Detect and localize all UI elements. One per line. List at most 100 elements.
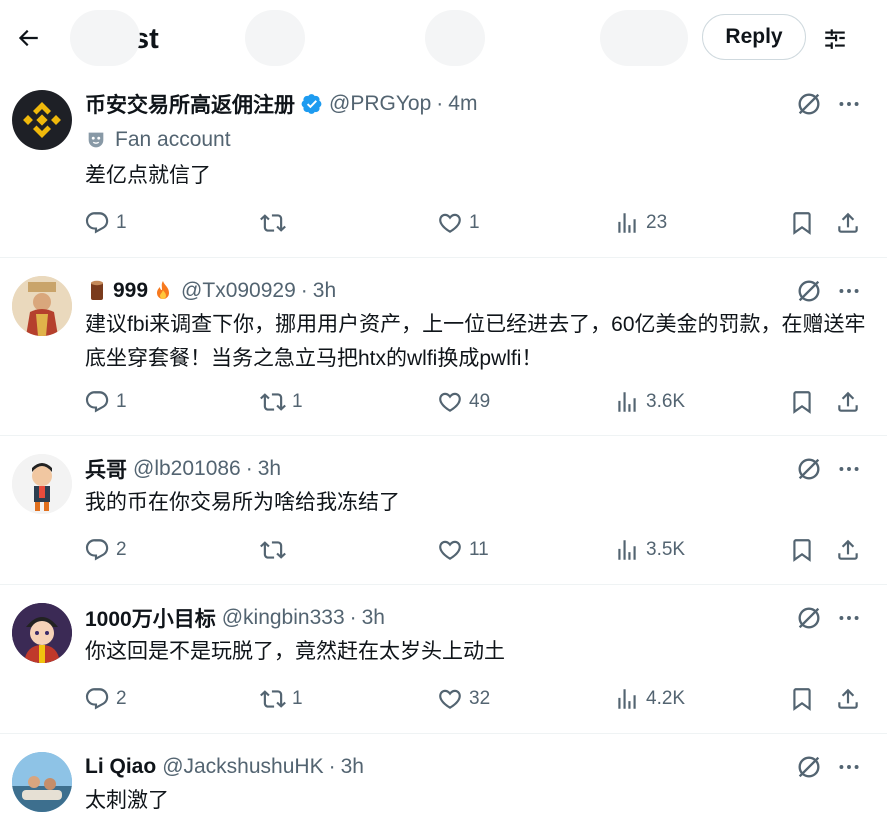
repost-action[interactable]: [260, 206, 286, 240]
more-button[interactable]: [834, 276, 864, 306]
avatar-image: [12, 603, 72, 663]
display-name[interactable]: 999: [113, 279, 148, 303]
more-dots-icon: [839, 289, 859, 293]
share-action[interactable]: [835, 682, 861, 716]
binance-logo-icon: [23, 102, 61, 138]
grok-icon: [798, 607, 820, 629]
views-action[interactable]: 3.6K: [614, 385, 685, 419]
like-action[interactable]: 11: [437, 533, 489, 567]
views-action[interactable]: 4.2K: [614, 682, 685, 716]
post-header: Li Qiao @JackshushuHK · 3h: [85, 755, 364, 779]
post-time[interactable]: 4m: [448, 92, 477, 116]
action-bar: 2 1 32 4.2K: [80, 682, 880, 716]
display-name[interactable]: 兵哥: [85, 454, 127, 484]
reply-action[interactable]: 1: [84, 385, 127, 419]
repost-action[interactable]: 1: [260, 682, 303, 716]
heart-icon: [439, 213, 461, 233]
post-time[interactable]: 3h: [362, 606, 385, 630]
bookmark-icon: [793, 688, 811, 711]
display-name[interactable]: 1000万小目标: [85, 603, 216, 633]
avatar[interactable]: [12, 90, 72, 150]
user-handle[interactable]: @PRGYop: [329, 92, 431, 116]
reply-action[interactable]: 1: [84, 206, 127, 240]
bookmark-icon: [793, 391, 811, 414]
grok-icon: [798, 93, 820, 115]
reply-post[interactable]: 兵哥 @lb201086 · 3h 我的币在你交易所为啥给我冻结了 2 11 3…: [0, 436, 887, 585]
repost-icon: [260, 393, 286, 411]
grok-icon: [798, 280, 820, 302]
grok-button[interactable]: [794, 454, 824, 484]
post-text: 差亿点就信了: [85, 164, 211, 187]
heart-icon: [439, 392, 461, 412]
grok-button[interactable]: [794, 603, 824, 633]
blurred-header-shape: [245, 10, 305, 66]
grok-button[interactable]: [794, 752, 824, 782]
reply-post[interactable]: 999 @Tx090929 · 3h 建议fbi来调查下你，挪用用户资产，上一位…: [0, 258, 887, 436]
views-action[interactable]: 23: [614, 206, 667, 240]
display-name[interactable]: Li Qiao: [85, 755, 156, 779]
fire-icon: [151, 279, 175, 303]
avatar[interactable]: [12, 276, 72, 336]
top-bar: Post Reply: [0, 0, 887, 78]
blurred-header-shape: [600, 10, 688, 66]
grok-icon: [798, 756, 820, 778]
more-dots-icon: [839, 765, 859, 769]
post-header: 1000万小目标 @kingbin333 · 3h: [85, 603, 385, 633]
reply-button[interactable]: Reply: [702, 14, 806, 60]
like-action[interactable]: 32: [437, 682, 490, 716]
reply-icon: [85, 391, 109, 413]
reply-post[interactable]: 币安交易所高返佣注册 @PRGYop · 4m Fan account 差亿点就…: [0, 78, 887, 258]
action-bar: 1 1 49 3.6K: [80, 385, 880, 419]
post-header: 兵哥 @lb201086 · 3h: [85, 454, 281, 484]
like-action[interactable]: 1: [437, 206, 480, 240]
user-handle[interactable]: @Tx090929: [181, 279, 296, 303]
heart-icon: [439, 689, 461, 709]
views-action[interactable]: 3.5K: [614, 533, 685, 567]
grok-button[interactable]: [794, 276, 824, 306]
post-time[interactable]: 3h: [313, 279, 336, 303]
views-icon: [618, 392, 636, 412]
post-header: 999 @Tx090929 · 3h: [85, 276, 336, 306]
action-bar: 1 1 23: [80, 206, 880, 240]
display-name[interactable]: 币安交易所高返佣注册: [85, 89, 295, 119]
grok-button[interactable]: [794, 89, 824, 119]
repost-icon: [260, 541, 286, 559]
reply-action[interactable]: 2: [84, 682, 127, 716]
post-time[interactable]: 3h: [258, 457, 281, 481]
action-bar: 2 11 3.5K: [80, 533, 880, 567]
share-action[interactable]: [835, 533, 861, 567]
repost-action[interactable]: 1: [260, 385, 303, 419]
bookmark-action[interactable]: [789, 385, 815, 419]
reply-action[interactable]: 2: [84, 533, 127, 567]
user-handle[interactable]: @kingbin333: [222, 606, 345, 630]
user-handle[interactable]: @lb201086: [133, 457, 241, 481]
more-button[interactable]: [834, 89, 864, 119]
wood-log-icon: [85, 279, 109, 303]
arrow-left-icon: [18, 29, 38, 47]
avatar-image: [12, 454, 72, 514]
reply-post[interactable]: 1000万小目标 @kingbin333 · 3h 你这回是不是玩脱了，竟然赶在…: [0, 585, 887, 734]
like-action[interactable]: 49: [437, 385, 490, 419]
avatar[interactable]: [12, 752, 72, 812]
reply-post[interactable]: Li Qiao @JackshushuHK · 3h 太刺激了: [0, 734, 887, 813]
bookmark-action[interactable]: [789, 682, 815, 716]
avatar[interactable]: [12, 454, 72, 514]
more-button[interactable]: [834, 752, 864, 782]
more-button[interactable]: [834, 603, 864, 633]
tune-button[interactable]: [815, 18, 855, 58]
fan-account-label: Fan account: [85, 125, 231, 155]
reply-icon: [85, 539, 109, 561]
post-time[interactable]: 3h: [341, 755, 364, 779]
more-button[interactable]: [834, 454, 864, 484]
back-button[interactable]: [8, 18, 48, 58]
views-icon: [618, 689, 636, 709]
post-text: 我的币在你交易所为啥给我冻结了: [85, 491, 400, 514]
repost-action[interactable]: [260, 533, 286, 567]
user-handle[interactable]: @JackshushuHK: [162, 755, 323, 779]
share-action[interactable]: [835, 206, 861, 240]
share-action[interactable]: [835, 385, 861, 419]
bookmark-action[interactable]: [789, 206, 815, 240]
sliders-icon: [825, 29, 845, 49]
bookmark-action[interactable]: [789, 533, 815, 567]
avatar[interactable]: [12, 603, 72, 663]
